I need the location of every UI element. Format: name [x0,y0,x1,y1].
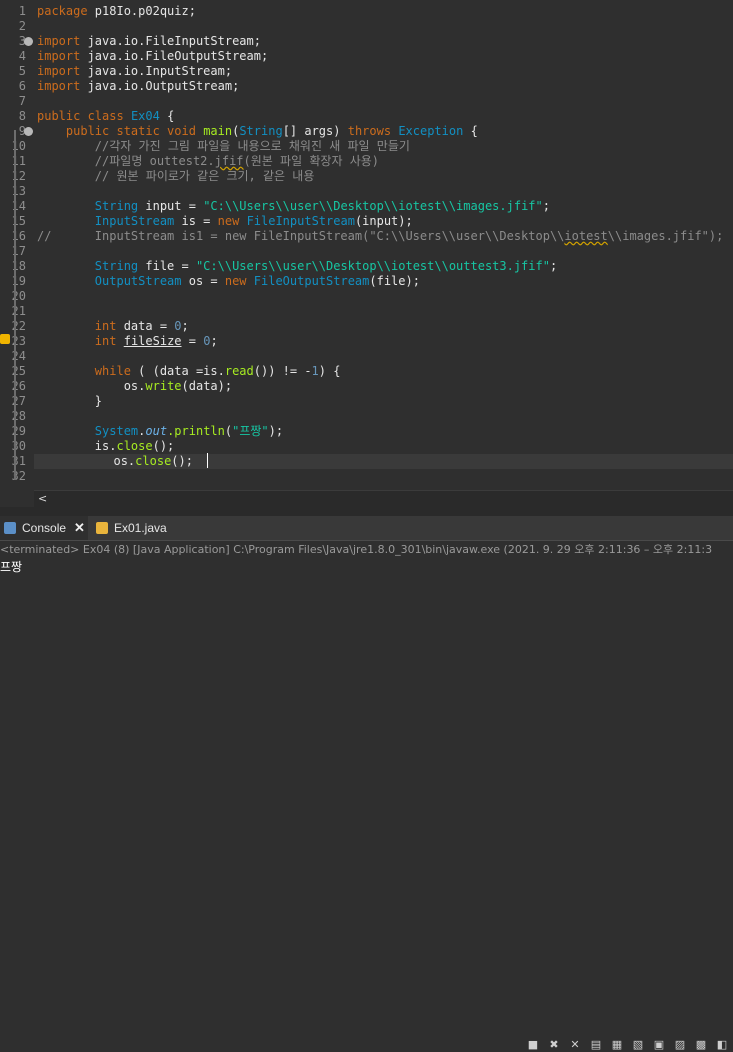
line-number: 14 [11,199,26,213]
scope-marker-bar [14,130,16,480]
line-number: 19 [11,274,26,288]
line-number: 32 [11,469,26,483]
line-number: 16 [11,229,26,243]
code-line: InputStream is = new FileInputStream(inp… [94,214,413,228]
horizontal-scrollbar[interactable]: < [34,490,733,507]
code-editor[interactable]: 1 2 3 4 5 6 7 8 9 10 11 12 13 14 15 16 1… [0,0,733,490]
console-process-status: <terminated> Ex04 (8) [Java Application]… [0,541,733,558]
code-line: String file = "C:\\Users\\user\\Desktop\… [94,259,558,273]
code-line: String input = "C:\\Users\\user\\Desktop… [94,199,550,213]
code-line: OutputStream os = new FileOutputStream(f… [94,274,420,288]
pin-console-icon[interactable]: ▣ [652,1037,666,1051]
scroll-left-arrow-icon[interactable]: < [38,492,47,505]
tab-console[interactable]: Console ✕ [0,516,88,540]
code-line: // InputStream is1 = new FileInputStream… [37,229,724,243]
java-file-icon [96,522,108,534]
tab-ex01-java[interactable]: Ex01.java [92,516,182,540]
code-line: //파일명 outtest2.jfif(원본 파일 확장자 사용) [94,154,380,168]
bottom-panel-tabs: Console ✕ Ex01.java ■ ✖ ✕ ▤ ▦ ▧ ▣ ▨ ▩ ◧ [0,516,733,1051]
eclipse-window: 1 2 3 4 5 6 7 8 9 10 11 12 13 14 15 16 1… [0,0,733,1051]
line-number: 13 [11,184,26,198]
line-number: 11 [11,154,26,168]
code-line: System.out.println("프짱"); [94,424,284,438]
line-number: 18 [11,259,26,273]
line-number: 26 [11,379,26,393]
remove-launch-icon[interactable]: ✖ [547,1037,561,1051]
tab-label: Console [22,521,67,535]
code-line: int fileSize = 0; [94,334,218,348]
line-number: 2 [18,19,26,33]
text-cursor [207,453,208,468]
clear-console-icon[interactable]: ▤ [589,1037,603,1051]
fold-collapse-icon[interactable] [24,37,33,46]
console-toolbar: ■ ✖ ✕ ▤ ▦ ▧ ▣ ▨ ▩ ◧ [526,1036,729,1052]
code-line: import java.io.FileInputStream; [37,34,261,48]
fold-collapse-icon[interactable] [24,127,33,136]
line-number: 27 [11,394,26,408]
code-line: os.write(data); [123,379,233,393]
line-number: 7 [18,94,26,108]
line-number: 6 [18,79,26,93]
line-number: 20 [11,289,26,303]
console-icon [4,522,16,534]
remove-all-terminated-icon[interactable]: ✕ [568,1037,582,1051]
line-number: 28 [11,409,26,423]
line-number: 4 [18,49,26,63]
code-line: package p18Io.p02quiz; [37,4,196,18]
code-line: //각자 가진 그림 파일을 내용으로 채워진 새 파일 만들기 [94,139,410,153]
show-when-output-icon[interactable]: ▨ [673,1037,687,1051]
line-number: 3 [18,34,26,48]
console-output[interactable]: 프짱 [0,558,733,576]
code-line: public class Ex04 { [37,109,175,123]
code-line: int data = 0; [94,319,189,333]
tab-label: Ex01.java [114,521,167,535]
code-line: while ( (data =is.read()) != -1) { [94,364,341,378]
code-line: } [94,394,103,408]
warning-icon[interactable] [0,334,10,344]
line-number: 24 [11,349,26,363]
line-number: 21 [11,304,26,318]
line-number: 25 [11,364,26,378]
line-number: 17 [11,244,26,258]
line-number: 9 [18,124,26,138]
open-console-icon[interactable]: ◧ [715,1037,729,1051]
terminate-icon[interactable]: ■ [526,1037,540,1051]
code-line: import java.io.FileOutputStream; [37,49,269,63]
display-console-icon[interactable]: ▩ [694,1037,708,1051]
close-icon[interactable]: ✕ [74,520,85,536]
code-line: import java.io.OutputStream; [37,79,240,93]
line-number: 8 [18,109,26,123]
line-number: 30 [11,439,26,453]
line-number: 29 [11,424,26,438]
line-number: 22 [11,319,26,333]
scroll-lock-icon[interactable]: ▦ [610,1037,624,1051]
code-line: // 원본 파이로가 같은 크기, 같은 내용 [94,169,315,183]
word-wrap-icon[interactable]: ▧ [631,1037,645,1051]
line-number-gutter: 1 2 3 4 5 6 7 8 9 10 11 12 13 14 15 16 1… [0,0,34,490]
code-line: is.close(); [94,439,175,453]
code-line-current: os.close(); [34,454,733,469]
line-number: 12 [11,169,26,183]
line-number: 5 [18,64,26,78]
line-number: 31 [11,454,26,468]
line-number: 1 [18,4,26,18]
code-area[interactable]: package p18Io.p02quiz; import java.io.Fi… [34,0,733,490]
line-number: 10 [11,139,26,153]
code-line: public static void main(String[] args) t… [65,124,478,138]
code-line: import java.io.InputStream; [37,64,233,78]
line-number: 15 [11,214,26,228]
